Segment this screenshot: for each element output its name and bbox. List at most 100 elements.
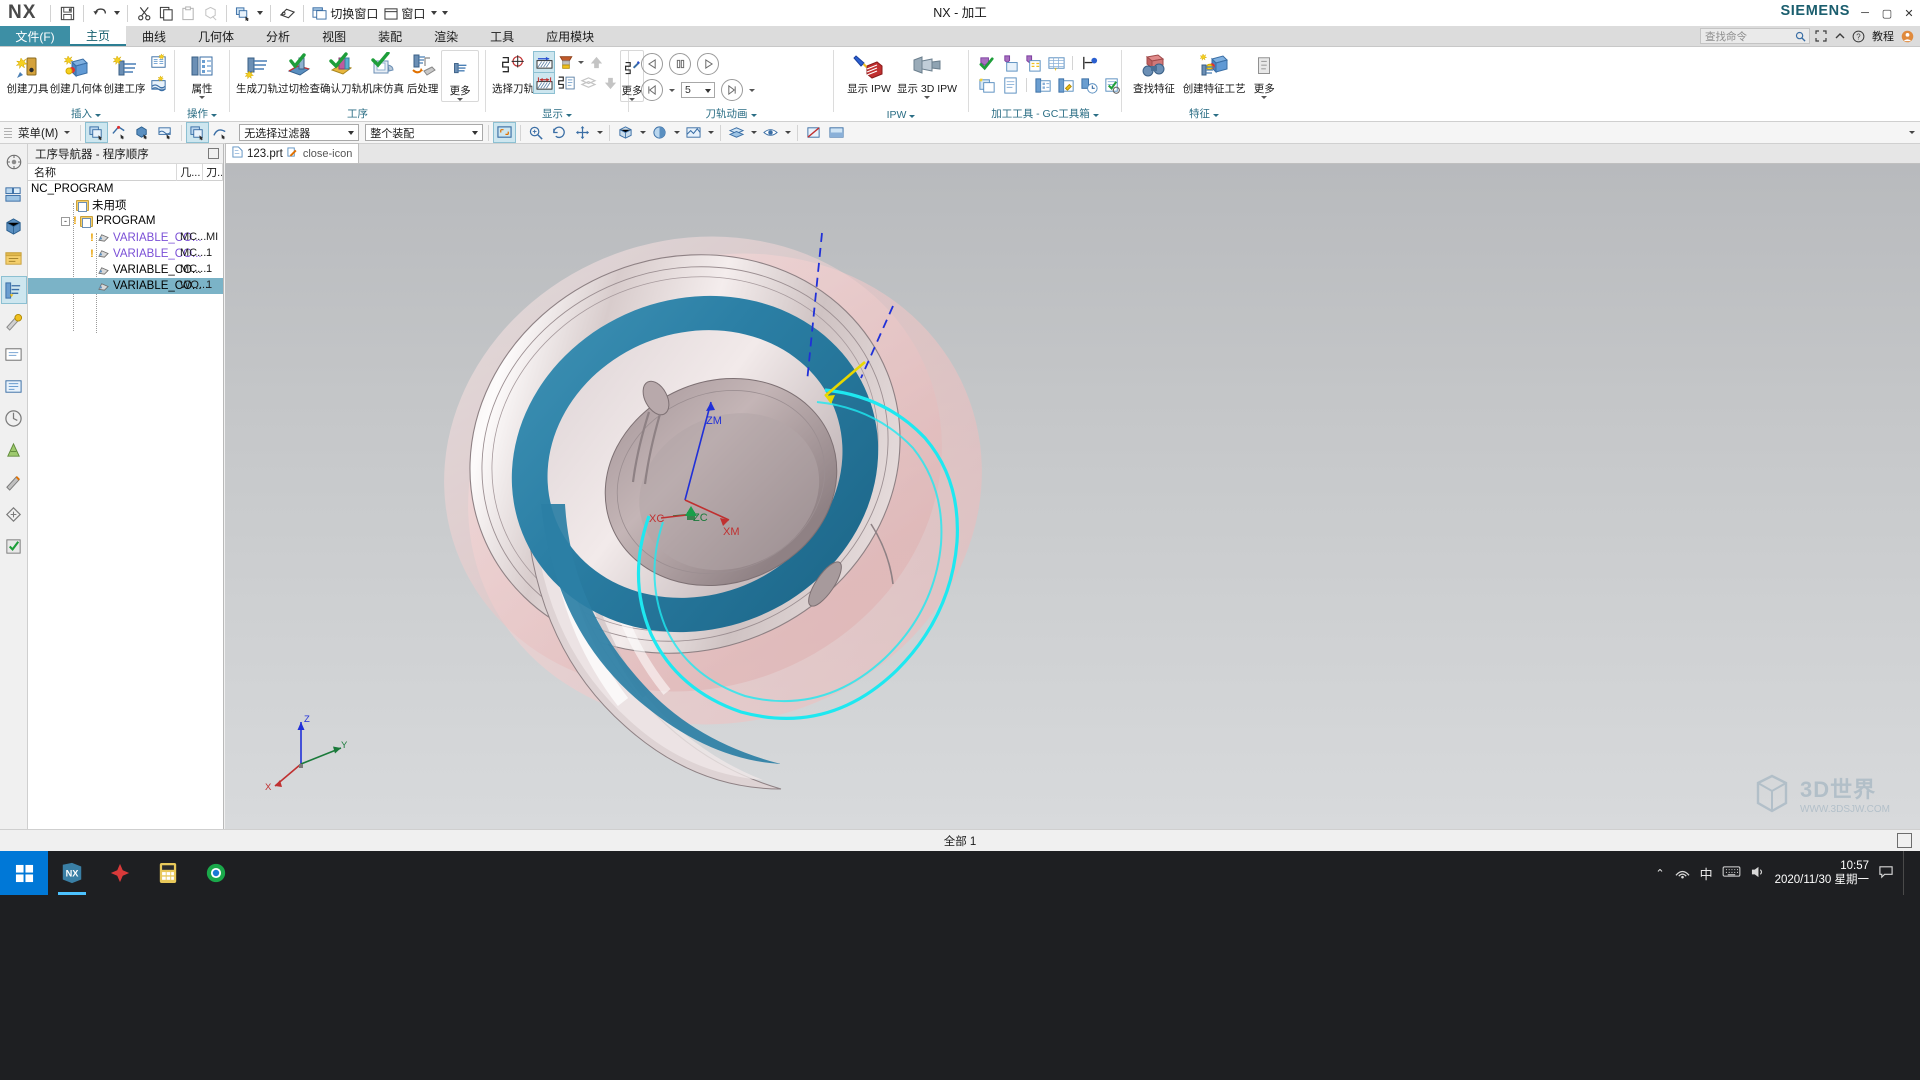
show-ipw-button[interactable]: 显示 IPW	[840, 49, 898, 95]
customize-qat-chevron-down-icon[interactable]	[439, 2, 450, 24]
step-back-button[interactable]	[641, 53, 663, 75]
reverse-toolpath-icon[interactable]	[533, 72, 555, 94]
ribbon-group-ipw-label[interactable]: IPW	[836, 109, 966, 121]
tutorial-link[interactable]: 教程	[1869, 28, 1897, 44]
sidebar-item-machining-wizard[interactable]	[2, 309, 26, 335]
visibility-icon[interactable]	[760, 123, 781, 142]
tool-edit-icon[interactable]	[1023, 53, 1043, 73]
sidebar-item-web-browser[interactable]	[2, 341, 26, 367]
select-face-icon[interactable]	[85, 122, 109, 143]
ribbon-group-gc-toolbox-label[interactable]: 加工工具 - GC工具箱	[971, 106, 1119, 121]
select-dropdown-chevron-down-icon[interactable]	[254, 2, 265, 24]
report-icon[interactable]	[1000, 75, 1020, 95]
sidebar-item-history[interactable]	[2, 373, 26, 399]
tab-view[interactable]: 视图	[306, 26, 362, 46]
expander-collapse-icon[interactable]: -	[61, 216, 70, 226]
chevron-up-icon[interactable]: ⌃	[1655, 867, 1664, 880]
verify-toolpath-button[interactable]: 确认刀轨	[320, 49, 362, 95]
eraser-icon[interactable]	[276, 2, 298, 24]
close-button[interactable]: ✕	[1898, 0, 1920, 26]
taskbar-app-browser[interactable]	[192, 851, 240, 895]
maximize-button[interactable]: ▢	[1876, 0, 1898, 26]
chevron-down-icon[interactable]	[211, 108, 217, 120]
column-header-geometry[interactable]: 几...	[177, 163, 204, 181]
tab-curve[interactable]: 曲线	[126, 26, 182, 46]
tab-home[interactable]: 主页	[70, 26, 127, 46]
chevron-down-icon[interactable]	[199, 95, 205, 99]
display-toolpath-icon[interactable]	[533, 51, 555, 73]
table-row[interactable]: 未用项	[28, 197, 223, 213]
sidebar-item-part-navigator[interactable]	[2, 213, 26, 239]
graphics-viewport[interactable]: ZM XM ZC XC Z Y X 3D世界 WWW.3DSJW.COM	[225, 164, 1920, 829]
tab-analysis[interactable]: 分析	[250, 26, 306, 46]
render-style-icon[interactable]	[683, 123, 704, 142]
window-button[interactable]: 窗口	[381, 2, 428, 24]
tab-geometry[interactable]: 几何体	[182, 26, 250, 46]
chevron-down-icon[interactable]	[468, 125, 482, 140]
select-similar-icon[interactable]	[232, 2, 254, 24]
keyboard-icon[interactable]	[1722, 865, 1741, 881]
section-icon[interactable]	[803, 123, 824, 142]
play-button[interactable]	[697, 53, 719, 75]
window-dropdown-chevron-down-icon[interactable]	[428, 2, 439, 24]
taskbar-app-calculator[interactable]	[144, 851, 192, 895]
create-method-icon[interactable]	[148, 73, 168, 93]
table-row[interactable]: ! VARIABLE_CO... MC... MI	[28, 230, 223, 246]
cycle-time-icon[interactable]	[1079, 75, 1099, 95]
sidebar-item-process-studio[interactable]	[2, 405, 26, 431]
machine-simulation-button[interactable]: 机床仿真	[362, 49, 404, 95]
assembly-scope-select[interactable]: 整个装配	[365, 124, 484, 141]
orient-view-icon[interactable]	[615, 123, 636, 142]
table-row[interactable]: ! VARIABLE_CO... WO... 1	[28, 278, 223, 295]
create-geometry-button[interactable]: 创建几何体	[50, 49, 102, 95]
chevron-down-icon[interactable]	[1093, 108, 1099, 120]
skip-first-button[interactable]	[641, 79, 663, 101]
chevron-down-icon[interactable]	[1213, 108, 1219, 120]
windows-start-icon[interactable]	[0, 851, 48, 895]
tab-applications[interactable]: 应用模块	[530, 26, 610, 46]
find-feature-button[interactable]: 查找特征	[1128, 49, 1180, 95]
select-component-icon[interactable]	[186, 122, 210, 143]
pan-icon[interactable]	[572, 123, 593, 142]
layer-chevron-down-icon[interactable]	[749, 123, 758, 142]
style-shaded-icon[interactable]	[649, 123, 670, 142]
orient-chevron-down-icon[interactable]	[638, 123, 647, 142]
table-row[interactable]: ! VARIABLE_CO... MC... 1	[28, 262, 223, 278]
volume-icon[interactable]	[1750, 865, 1766, 882]
sidebar-item-hd3d-tools[interactable]	[2, 501, 26, 527]
taskbar-clock[interactable]: 10:57 2020/11/30 星期一	[1775, 859, 1869, 887]
fit-view-icon[interactable]	[493, 122, 517, 143]
tab-render[interactable]: 渲染	[418, 26, 474, 46]
style-chevron-down-icon[interactable]	[672, 123, 681, 142]
chevron-down-icon[interactable]	[924, 95, 930, 99]
chevron-down-icon[interactable]	[1261, 95, 1267, 99]
copy-icon[interactable]	[155, 2, 177, 24]
post-process-button[interactable]: 后处理	[404, 49, 441, 95]
user-account-icon[interactable]	[1899, 28, 1916, 45]
chevron-down-icon[interactable]	[566, 108, 572, 120]
measure-tool-icon[interactable]	[1079, 53, 1099, 73]
skip-first-chevron-down-icon[interactable]	[669, 89, 675, 92]
show-desktop-button[interactable]	[1903, 851, 1910, 895]
paste-icon[interactable]	[177, 2, 199, 24]
ribbon-group-toolpath-animation-label[interactable]: 刀轨动画	[631, 106, 831, 121]
undo-dropdown-chevron-down-icon[interactable]	[111, 2, 122, 24]
taskbar-app-red[interactable]	[96, 851, 144, 895]
create-program-icon[interactable]	[148, 52, 168, 72]
ribbon-group-operations-label[interactable]: 操作	[177, 106, 227, 121]
chevron-down-icon[interactable]	[909, 109, 915, 121]
select-edge-icon[interactable]	[109, 123, 130, 142]
create-tool-button[interactable]: 创建刀具	[4, 49, 51, 95]
create-operation-button[interactable]: 创建工序	[101, 49, 148, 95]
chevron-down-icon[interactable]	[344, 125, 358, 140]
animation-speed-input[interactable]: 5	[681, 82, 715, 98]
toolbar-grip[interactable]	[4, 125, 12, 141]
selection-filter-select[interactable]: 无选择过滤器	[239, 124, 360, 141]
undo-icon[interactable]	[89, 2, 111, 24]
chevron-down-icon[interactable]	[751, 108, 757, 120]
column-header-name[interactable]: 名称	[28, 163, 178, 181]
features-more-button[interactable]: 更多	[1248, 49, 1280, 99]
sidebar-item-constraint-navigator[interactable]	[2, 181, 26, 207]
toolpath-table-icon[interactable]	[1046, 53, 1066, 73]
pause-button[interactable]	[669, 53, 691, 75]
